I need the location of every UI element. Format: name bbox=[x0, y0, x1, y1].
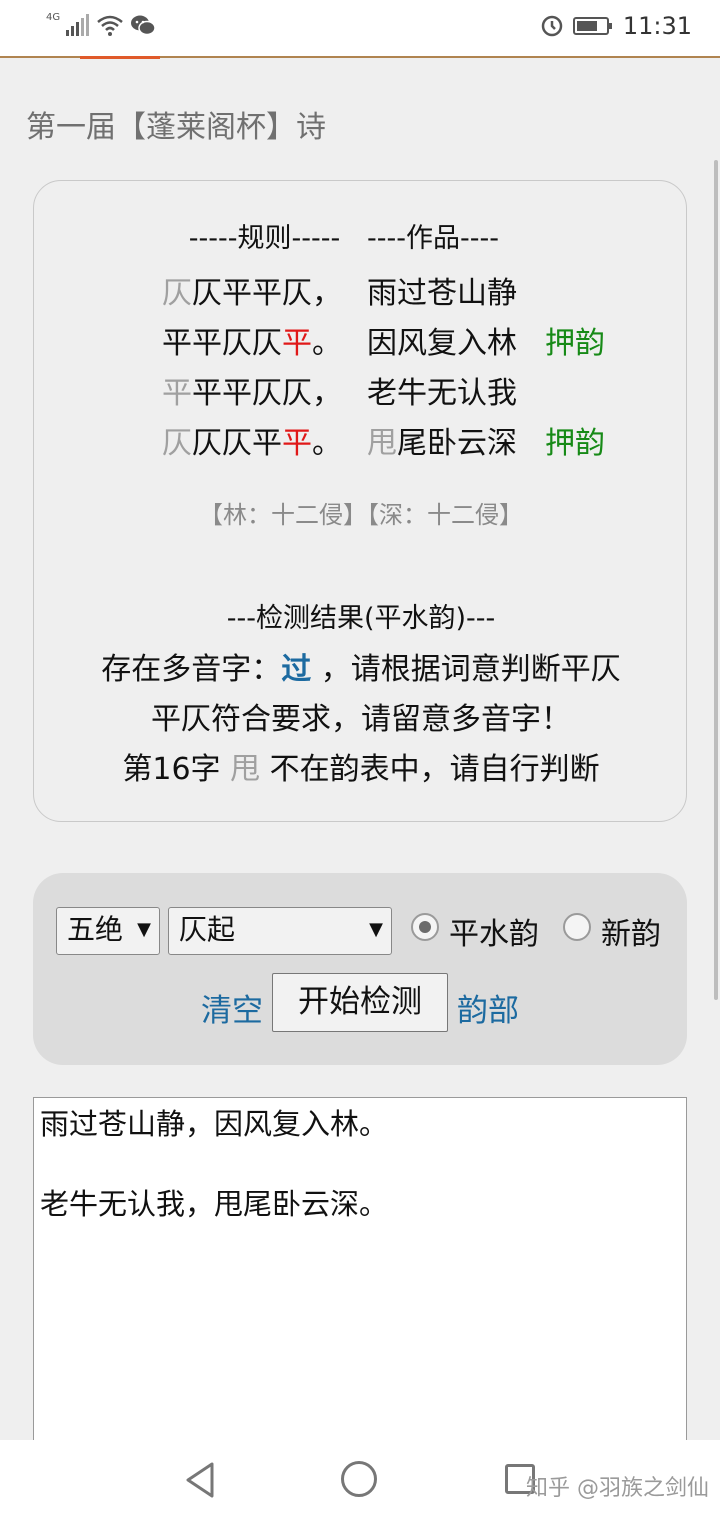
rhyme-list-link[interactable]: 韵部 bbox=[457, 985, 519, 1030]
clock: 11:31 bbox=[622, 12, 692, 40]
verse-segment: 甩 bbox=[367, 426, 397, 461]
poem-row: 仄仄平平仄， 雨过苍山静 bbox=[162, 269, 622, 319]
tone-segment: 平平仄仄， bbox=[192, 376, 342, 411]
alarm-icon bbox=[541, 15, 563, 37]
polyphone-line: 存在多音字：过 ，请根据词意判断平仄 bbox=[34, 644, 688, 688]
poem-rows: 仄仄平平仄， 雨过苍山静 平平仄仄平。 因风复入林 押韵 平平平仄仄， 老牛无认我 仄仄仄平平… bbox=[162, 269, 622, 469]
tone-segment: 仄平平仄， bbox=[192, 276, 342, 311]
tone-segment: 仄 bbox=[162, 426, 192, 461]
poem-input-line-2: 老牛无认我，甩尾卧云深。 bbox=[40, 1187, 389, 1221]
tone-pattern: 平平仄仄平。 bbox=[162, 319, 367, 369]
wechat-icon bbox=[131, 15, 156, 36]
network-tag: 4G bbox=[46, 11, 61, 23]
scrollbar[interactable] bbox=[714, 160, 718, 1000]
status-right: 11:31 bbox=[541, 12, 692, 40]
tone-ok-line: 平仄符合要求，请留意多音字！ bbox=[151, 702, 571, 737]
tone-segment: 。 bbox=[312, 426, 342, 461]
status-left: 4G bbox=[46, 11, 156, 36]
rules-header: -----规则----- bbox=[188, 223, 341, 254]
unknown-char: 甩 bbox=[230, 752, 261, 787]
verse-segment: 老牛无认我 bbox=[367, 376, 517, 411]
tone-segment: 仄 bbox=[162, 276, 192, 311]
poem-block: -----规则----- ----作品---- 仄仄平平仄， 雨过苍山静 平平仄仄平… bbox=[162, 219, 622, 469]
poem-input-line-1: 雨过苍山静，因风复入林。 bbox=[40, 1107, 389, 1141]
chevron-down-icon: ▼ bbox=[369, 919, 383, 940]
rhyme-info: 【林：十二侵】【深：十二侵】 bbox=[199, 501, 523, 529]
poem-header: -----规则----- ----作品---- bbox=[162, 219, 622, 269]
status-bar: 4G 11:31 bbox=[0, 0, 720, 56]
rhyme-marker: 押韵 bbox=[545, 426, 605, 461]
tone-segment: 仄仄平 bbox=[192, 426, 282, 461]
verse-segment: 因风复入林 bbox=[367, 326, 517, 361]
signal-icon bbox=[66, 14, 90, 36]
poem-row: 平平仄仄平。 因风复入林 押韵 bbox=[162, 319, 622, 369]
tone-segment: 。 bbox=[312, 326, 342, 361]
verse-text: 因风复入林 bbox=[367, 319, 537, 369]
verse-segment: 尾卧云深 bbox=[397, 426, 517, 461]
control-panel: 五绝 ▼ 仄起 ▼ 平水韵 新韵 清空 开始检测 韵部 bbox=[33, 873, 687, 1065]
unknown-prefix: 第16字 bbox=[122, 752, 231, 787]
unknown-suffix: 不在韵表中，请自行判断 bbox=[260, 752, 600, 787]
verse-text: 雨过苍山静 bbox=[367, 269, 537, 319]
polyphone-char: 过 bbox=[281, 652, 312, 687]
radio-xinyun[interactable] bbox=[563, 913, 591, 941]
radio-xinyun-label[interactable]: 新韵 bbox=[601, 909, 661, 953]
page-title: 第一届【蓬莱阁杯】诗 bbox=[26, 110, 326, 145]
wifi-icon bbox=[97, 15, 123, 36]
poem-row: 平平平仄仄， 老牛无认我 bbox=[162, 369, 622, 419]
tone-pattern: 仄仄仄平平。 bbox=[162, 419, 367, 469]
battery-icon bbox=[572, 17, 612, 35]
chevron-down-icon: ▼ bbox=[137, 919, 151, 940]
home-icon[interactable] bbox=[341, 1461, 377, 1497]
start-select[interactable]: 仄起 ▼ bbox=[168, 907, 392, 955]
nav-bar: 知乎 @羽族之剑仙 bbox=[0, 1440, 720, 1520]
check-title: ---检测结果(平水韵)--- bbox=[226, 603, 496, 634]
polyphone-suffix: ，请根据词意判断平仄 bbox=[311, 652, 621, 687]
tone-segment: 平平仄仄 bbox=[162, 326, 282, 361]
form-select[interactable]: 五绝 ▼ bbox=[56, 907, 160, 955]
start-select-value: 仄起 bbox=[179, 913, 236, 946]
poem-row: 仄仄仄平平。 甩尾卧云深 押韵 bbox=[162, 419, 622, 469]
start-check-button[interactable]: 开始检测 bbox=[272, 973, 448, 1032]
verse-text: 甩尾卧云深 bbox=[367, 419, 537, 469]
work-header: ----作品---- bbox=[367, 223, 499, 254]
clear-link[interactable]: 清空 bbox=[201, 985, 263, 1030]
form-select-value: 五绝 bbox=[67, 913, 124, 946]
unknown-char-line: 第16字 甩 不在韵表中，请自行判断 bbox=[34, 744, 688, 788]
tone-segment: 平 bbox=[282, 326, 312, 361]
polyphone-prefix: 存在多音字： bbox=[101, 652, 282, 687]
rhyme-marker: 押韵 bbox=[545, 326, 605, 361]
poem-input[interactable]: 雨过苍山静，因风复入林。 老牛无认我，甩尾卧云深。 bbox=[33, 1097, 687, 1457]
result-card: -----规则----- ----作品---- 仄仄平平仄， 雨过苍山静 平平仄仄平… bbox=[33, 180, 687, 822]
verse-text: 老牛无认我 bbox=[367, 369, 537, 419]
progress-accent bbox=[80, 56, 160, 59]
tone-segment: 平 bbox=[282, 426, 312, 461]
tone-segment: 平 bbox=[162, 376, 192, 411]
back-icon[interactable] bbox=[182, 1460, 218, 1500]
tone-pattern: 平平平仄仄， bbox=[162, 369, 367, 419]
radio-pingshui-label[interactable]: 平水韵 bbox=[449, 909, 539, 953]
tone-pattern: 仄仄平平仄， bbox=[162, 269, 367, 319]
verse-segment: 雨过苍山静 bbox=[367, 276, 517, 311]
radio-pingshui[interactable] bbox=[411, 913, 439, 941]
watermark: 知乎 @羽族之剑仙 bbox=[526, 1476, 709, 1501]
